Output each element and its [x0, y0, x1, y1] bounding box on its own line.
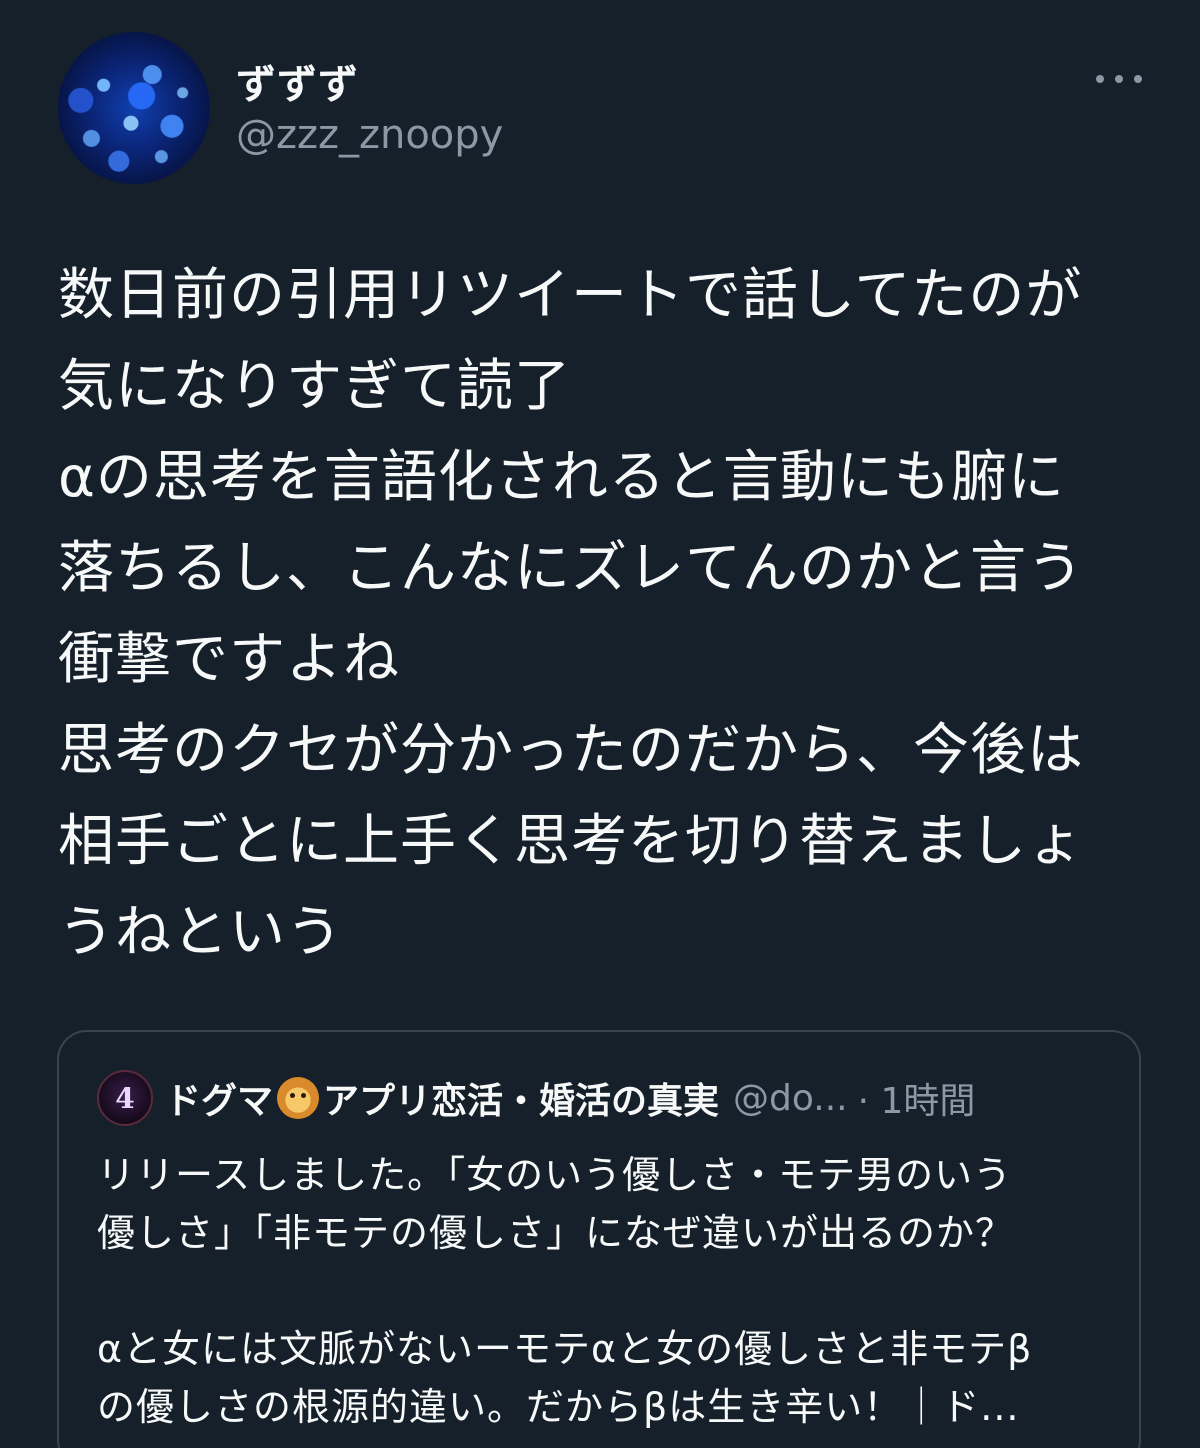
more-horizontal-icon[interactable] — [1096, 72, 1142, 86]
more-dot — [1134, 75, 1142, 83]
user-handle[interactable]: @zzz_znoopy — [236, 112, 503, 158]
quoted-display-name-part2[interactable]: アプリ恋活・婚活の真実 — [323, 1072, 719, 1124]
tweet: ずずず @zzz_znoopy 数日前の引用リツイートで話してたのが 気になりす… — [0, 0, 1200, 1448]
quoted-tweet-header: 4 ドグマ アプリ恋活・婚活の真実 @do... · 1時間 — [97, 1068, 975, 1128]
tweet-text: 数日前の引用リツイートで話してたのが 気になりすぎて読了 αの思考を言語化される… — [58, 263, 1084, 965]
lion-face-icon — [277, 1077, 320, 1119]
user-avatar[interactable] — [58, 32, 210, 184]
more-dot — [1096, 75, 1104, 83]
quoted-user-handle[interactable]: @do... — [733, 1078, 848, 1119]
more-dot — [1115, 75, 1123, 83]
quoted-timestamp[interactable]: · 1時間 — [858, 1072, 976, 1124]
quoted-display-name-part1[interactable]: ドグマ — [165, 1072, 273, 1124]
quoted-user-avatar[interactable]: 4 — [97, 1070, 153, 1126]
quoted-tweet-text: リリースしました。「女のいう優しさ・モテ男のいう 優しさ」「非モテの優しさ」にな… — [97, 1153, 1033, 1429]
quoted-avatar-glyph: 4 — [115, 1081, 135, 1115]
display-name[interactable]: ずずず — [236, 52, 359, 110]
quoted-tweet-card[interactable]: 4 ドグマ アプリ恋活・婚活の真実 @do... · 1時間 リリースしました。… — [57, 1030, 1141, 1448]
